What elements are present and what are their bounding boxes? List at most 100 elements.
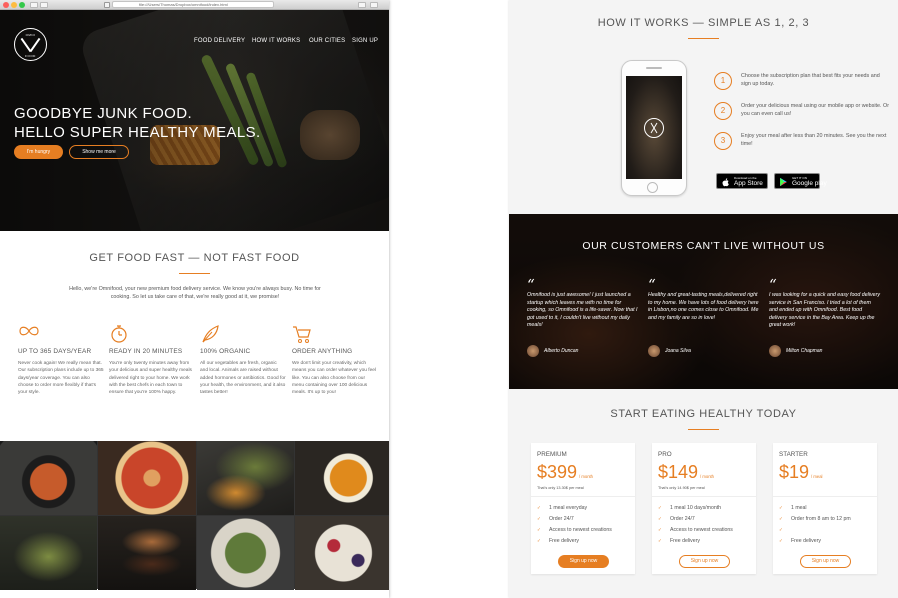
hero-title-line1: GOODBYE JUNK FOOD. [14, 105, 193, 122]
plan-name: STARTER [779, 451, 808, 458]
feature-title: 100% ORGANIC [200, 348, 251, 355]
sign-up-now-button[interactable]: Sign up now [558, 555, 609, 568]
plan-price: $399/ month [537, 462, 593, 483]
features-section-title: GET FOOD FAST — NOT FAST FOOD [89, 252, 300, 264]
hero-title-line2: HELLO SUPER HEALTHY MEALS. [14, 124, 261, 141]
gallery-photo-bibimbap[interactable] [0, 441, 98, 515]
gallery-photo-steak[interactable] [196, 441, 294, 515]
testimonial-text: I was looking for a quick and easy food … [769, 292, 881, 328]
back-button[interactable] [30, 2, 38, 8]
section-divider [688, 429, 719, 430]
step-text: Choose the subscription plan that best f… [741, 73, 880, 87]
plan-feature: Access to newest creations [670, 527, 733, 533]
step-text: Enjoy your meal after less than 20 minut… [741, 133, 887, 147]
sign-up-now-button[interactable]: Sign up now [800, 555, 851, 568]
plan-card-pro: PRO $149/ month That's only 14.90$ per m… [652, 443, 756, 574]
browser-toolbar: file:///Users/Thomas/Dropbox/omnifood/in… [0, 0, 389, 10]
nav-how-it-works[interactable]: HOW IT WORKS [252, 38, 300, 44]
im-hungry-button[interactable]: I'm hungry [14, 145, 63, 159]
testimonial-text: Healthy and great-tasting meals,delivere… [648, 292, 759, 321]
app-store-big-text: App Store [734, 180, 763, 187]
gallery-photo-burger[interactable] [98, 516, 196, 590]
plan-feature: Free delivery [549, 538, 579, 544]
avatar [769, 345, 781, 357]
new-tab-button[interactable] [370, 2, 378, 8]
meals-gallery [0, 441, 389, 590]
nav-our-cities[interactable]: OUR CITIES [309, 38, 345, 44]
infinity-icon [18, 324, 40, 344]
gallery-photo-pizza[interactable] [98, 441, 196, 515]
check-icon: ✓ [779, 527, 783, 532]
gallery-photo-salad[interactable] [0, 516, 98, 590]
list-item: ✓ [779, 524, 875, 535]
gallery-photo-berries[interactable] [294, 516, 389, 590]
plan-name: PRO [658, 451, 672, 458]
check-icon: ✓ [537, 505, 541, 510]
sign-up-now-button[interactable]: Sign up now [679, 555, 730, 568]
plan-price-amount: $399 [537, 462, 578, 482]
google-play-big-text: Google play [792, 180, 827, 187]
plan-price-period: / month [579, 474, 594, 479]
omnifood-logo [644, 118, 664, 138]
plan-feature: Order from 8 am to 12 pm [791, 516, 851, 522]
plan-per-meal-note: That's only 14.90$ per meal [658, 486, 705, 490]
gallery-photo-soup[interactable] [294, 441, 389, 515]
features-intro-text: Hello, we're Omnifood, your new premium … [69, 286, 321, 300]
knife-icon [29, 37, 41, 53]
app-store-button[interactable]: Download on the App Store [716, 173, 768, 189]
plan-card-starter: STARTER $19/ meal ✓ 1 meal ✓ Order from 8 … [773, 443, 877, 574]
step-number: 1 [714, 72, 732, 90]
testimonials-section: OUR CUSTOMERS CAN'T LIVE WITHOUT US “ Om… [509, 214, 898, 389]
avatar [648, 345, 660, 357]
omnifood-logo[interactable]: OMNI FOOD [14, 28, 47, 61]
plan-feature: Order 24/7 [670, 516, 695, 522]
plan-price-period: / month [700, 474, 715, 479]
how-it-works-title: HOW IT WORKS — SIMPLE AS 1, 2, 3 [597, 17, 810, 29]
feature-text: We don't limit your creativity, which me… [292, 361, 376, 396]
feature-title: READY IN 20 MINUTES [109, 348, 183, 355]
check-icon: ✓ [779, 516, 783, 521]
fork-knife-icon [650, 122, 658, 134]
nav-sign-up[interactable]: SIGN UP [352, 38, 378, 44]
apple-icon [722, 177, 729, 187]
list-item: ✓ Order from 8 am to 12 pm [779, 513, 875, 524]
logo-text-top: OMNI [25, 33, 36, 37]
feature-order-anything: ORDER ANYTHING We don't limit your creat… [292, 324, 378, 396]
feature-text: Never cook again! We really mean that. O… [18, 361, 104, 396]
hero-title: GOODBYE JUNK FOOD. HELLO SUPER HEALTHY M… [14, 104, 261, 142]
plan-price-amount: $19 [779, 462, 810, 482]
feature-text: You're only twenty minutes away from you… [109, 361, 192, 396]
forward-button[interactable] [40, 2, 48, 8]
stopwatch-icon [109, 324, 131, 344]
google-play-button[interactable]: GET IT ON Google play [774, 173, 827, 189]
phone-speaker [646, 67, 662, 69]
pricing-title: START EATING HEALTHY TODAY [610, 408, 797, 420]
cart-icon [292, 324, 314, 344]
plan-features: ✓ 1 meal 10 days/month ✓ Order 24/7 ✓ Acces… [658, 502, 754, 546]
nav-food-delivery[interactable]: FOOD DELIVERY [194, 38, 245, 44]
check-icon: ✓ [779, 505, 783, 510]
share-icon[interactable] [104, 2, 110, 8]
section-divider [688, 38, 719, 39]
maximize-window-icon[interactable] [19, 2, 25, 8]
feature-organic: 100% ORGANIC All our vegetables are fres… [200, 324, 286, 396]
check-icon: ✓ [537, 538, 541, 543]
show-me-more-button[interactable]: Show me more [69, 145, 129, 159]
phone-screen [626, 76, 682, 179]
step-text: Order your delicious meal using our mobi… [741, 103, 890, 117]
plan-feature: Free delivery [791, 538, 821, 544]
list-item: ✓ Free delivery [658, 535, 754, 546]
plan-feature: 1 meal 10 days/month [670, 505, 722, 511]
check-icon: ✓ [537, 516, 541, 521]
list-item: ✓ 1 meal everyday [537, 502, 633, 513]
minimize-window-icon[interactable] [11, 2, 17, 8]
gallery-photo-greens[interactable] [196, 516, 294, 590]
step-number: 2 [714, 102, 732, 120]
testimonial-author: Milton Chapman [786, 348, 823, 354]
leaf-icon [200, 324, 222, 344]
address-bar[interactable]: file:///Users/Thomas/Dropbox/omnifood/in… [112, 1, 274, 8]
tabs-button[interactable] [358, 2, 366, 8]
close-window-icon[interactable] [3, 2, 9, 8]
plan-name: PREMIUM [537, 451, 567, 458]
plan-divider [773, 496, 877, 497]
